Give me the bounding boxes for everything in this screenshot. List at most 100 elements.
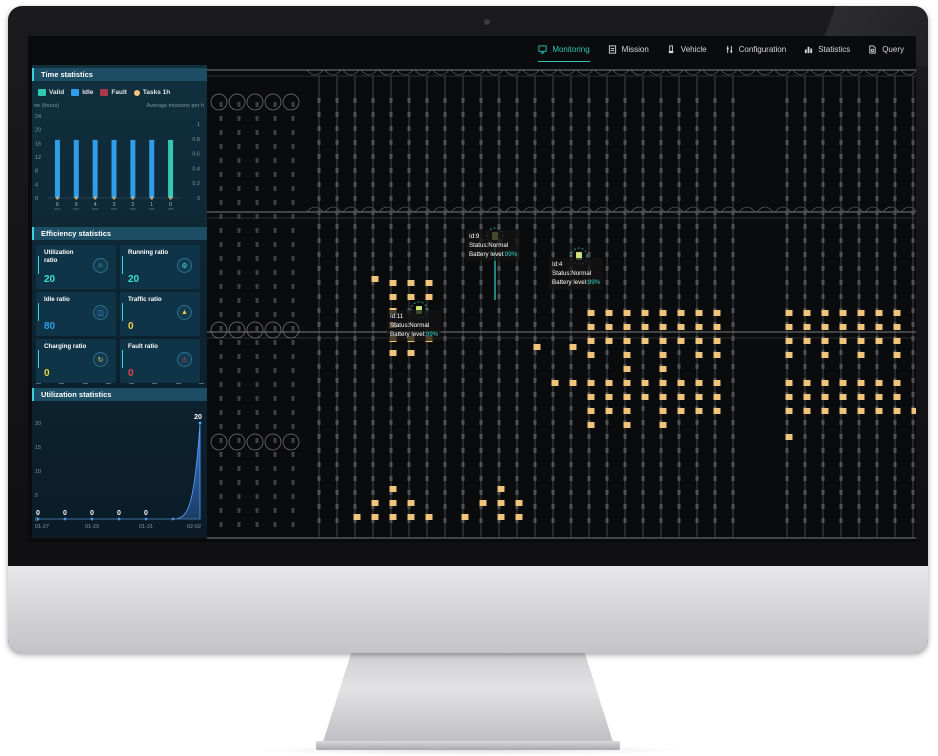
map-storage-slot [605,350,609,355]
map-storage-slot [237,158,241,163]
map-storage-slot [731,224,735,229]
card-label: Running ratio [128,249,169,256]
map-storage-slot [407,126,411,131]
y-tick-label: 24 [35,114,41,120]
map-storage-slot [857,168,861,173]
map-storage-slot [587,364,591,369]
map-storage-slot [911,434,915,439]
map-storage-slot [713,504,717,509]
map-storage-slot [425,238,429,243]
map-storage-slot [255,396,259,401]
map-storage-slot [443,350,447,355]
occupied-slot [803,310,811,316]
nav-vehicle[interactable]: Vehicle [667,36,707,62]
map-storage-slot [641,280,645,285]
nav-label: Vehicle [680,44,707,54]
occupied-slot [893,394,901,400]
monitor-stand-base [316,741,620,750]
map-storage-slot [803,350,807,355]
map-storage-slot [443,238,447,243]
map-storage-slot [237,270,241,275]
map-storage-slot [237,116,241,121]
vehicle-info-popup: Id:11 Status:Normal Battery level:99% [387,310,442,341]
warehouse-map[interactable] [207,62,916,542]
map-storage-slot [821,154,825,159]
map-storage-slot [731,238,735,243]
map-storage-slot [371,294,375,299]
occupied-slot [659,394,667,400]
map-storage-slot [551,308,555,313]
map-storage-slot [551,336,555,341]
occupied-slot [695,352,703,358]
x-tick-label: 01-29 [85,524,99,530]
occupied-slot [371,500,379,506]
map-storage-slot [785,266,789,271]
battery-value: 99% [587,279,601,286]
map-storage-slot [461,322,465,327]
map-storage-slot [857,182,861,187]
legend-item-fault[interactable]: Fault [100,89,127,96]
vehicle-info-popup: Id:9 Status:Normal Battery level:99% [466,230,521,261]
map-storage-slot [659,168,663,173]
x-tick-label: 01-31 [139,524,153,530]
map-storage-slot [479,280,483,285]
left-axis-label: ne (hours) [34,103,60,109]
map-storage-slot [731,154,735,159]
legend-item-idle[interactable]: Idle [71,89,93,96]
map-curve [396,206,414,213]
map-storage-slot [605,448,609,453]
map-storage-slot [291,144,295,149]
map-storage-slot [497,420,501,425]
card-accent-bar [122,256,123,274]
nav-configuration[interactable]: Configuration [725,36,786,62]
occupied-slot [857,380,865,386]
map-storage-slot [533,238,537,243]
legend-item-valid[interactable]: Valid [38,89,64,96]
map-storage-slot [317,336,321,341]
map-storage-slot [821,112,825,117]
map-storage-slot [785,476,789,481]
map-storage-slot [587,294,591,299]
map-storage-slot [515,140,519,145]
nav-statistics[interactable]: Statistics [804,36,850,62]
nav-query[interactable]: Query [868,36,904,62]
map-storage-slot [273,522,277,527]
map-storage-slot [371,462,375,467]
y2-tick-label: 0.6 [192,152,200,158]
map-storage-slot [713,490,717,495]
map-storage-slot [533,294,537,299]
nav-mission[interactable]: Mission [608,36,649,62]
map-storage-slot [713,518,717,523]
map-storage-slot [273,256,277,261]
map-storage-slot [713,434,717,439]
map-storage-slot [551,448,555,453]
map-storage-slot [443,504,447,509]
legend-item-tasks[interactable]: Tasks 1h [133,89,170,96]
y2-tick-label: 0.2 [192,181,200,187]
map-storage-slot [551,434,555,439]
map-storage-slot [821,252,825,257]
map-storage-slot [605,252,609,257]
map-storage-slot [875,98,879,103]
map-storage-slot [219,326,223,331]
map-storage-slot [291,270,295,275]
map-storage-slot [389,140,393,145]
map-storage-slot [893,294,897,299]
occupied-slot [587,338,595,344]
nav-monitoring[interactable]: Monitoring [538,36,591,62]
map-curve [684,69,702,76]
map-storage-slot [461,182,465,187]
map-storage-slot [515,210,519,215]
card-label: Charging ratio [44,343,87,350]
map-storage-slot [875,364,879,369]
map-storage-slot [255,116,259,121]
map-storage-slot [479,224,483,229]
map-storage-slot [623,140,627,145]
map-storage-slot [255,340,259,345]
legend-label: Valid [49,89,65,96]
map-storage-slot [911,98,915,103]
map-curve [576,206,594,213]
map-storage-slot [497,462,501,467]
map-curve [396,69,414,76]
map-storage-slot [731,448,735,453]
